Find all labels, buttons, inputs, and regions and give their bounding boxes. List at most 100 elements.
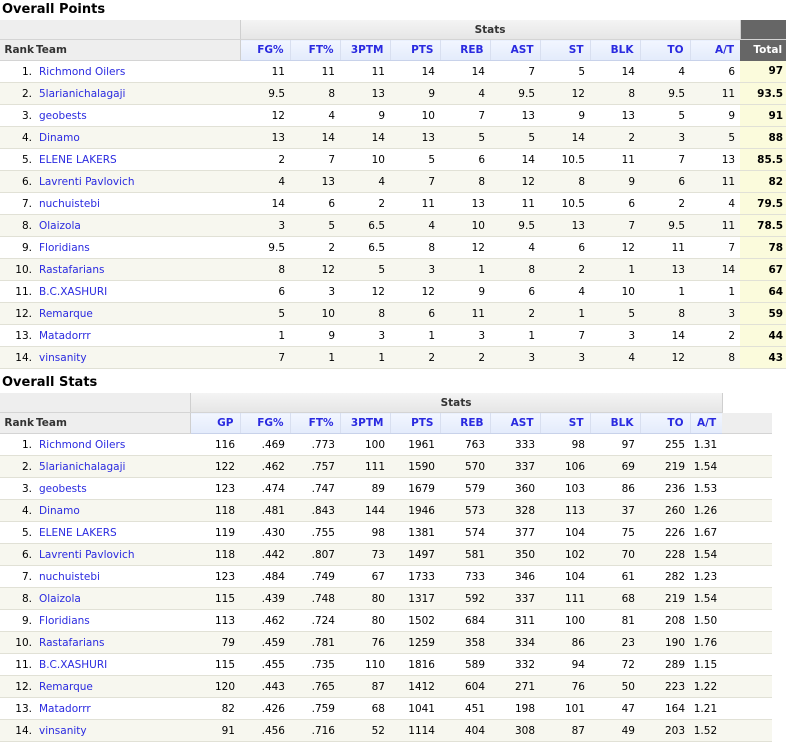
team-link[interactable]: ELENE LAKERS: [39, 154, 117, 166]
col-header-gp[interactable]: GP: [189, 412, 240, 434]
team-link[interactable]: vinsanity: [39, 352, 87, 364]
total-cell: 64: [740, 280, 787, 303]
stat-cell: 13: [440, 192, 490, 215]
col-header-a-t[interactable]: A/T: [689, 39, 741, 61]
team-link[interactable]: Dinamo: [39, 505, 80, 517]
stat-cell: 3: [640, 126, 690, 149]
team-link[interactable]: geobests: [39, 483, 87, 495]
stat-cell: 6: [540, 236, 590, 259]
team-link[interactable]: Matadorrr: [39, 703, 91, 715]
team-link[interactable]: ELENE LAKERS: [39, 527, 117, 539]
team-link[interactable]: Richmond Oilers: [39, 66, 125, 78]
stat-cell: 13: [390, 126, 440, 149]
team-link[interactable]: Olaizola: [39, 220, 81, 232]
stat-cell: 10: [590, 280, 640, 303]
team-link[interactable]: Olaizola: [39, 593, 81, 605]
col-header-pts[interactable]: PTS: [389, 412, 440, 434]
col-header-st[interactable]: ST: [539, 412, 590, 434]
stat-cell: 5: [590, 302, 640, 325]
rank-cell: 12.: [0, 302, 36, 325]
stat-cell: 11: [440, 302, 490, 325]
rank-cell: 10.: [0, 258, 36, 281]
rank-cell: 7.: [0, 565, 36, 588]
team-link[interactable]: Dinamo: [39, 132, 80, 144]
stat-cell: 1497: [390, 543, 440, 566]
col-header-3ptm[interactable]: 3PTM: [339, 412, 390, 434]
stat-cell: 14: [490, 148, 540, 171]
team-cell: nuchuistebi: [36, 192, 240, 215]
team-link[interactable]: Floridians: [39, 242, 90, 254]
team-link[interactable]: Rastafarians: [39, 637, 104, 649]
stat-cell: 9: [590, 170, 640, 193]
table-row: 13. Matadorrr 1 9 3 1 3 1 7 3 14 2 44: [0, 324, 787, 347]
table-row: 6. Lavrenti Pavlovich 118.442.807 73 1497 581…: [0, 543, 772, 566]
team-link[interactable]: Lavrenti Pavlovich: [39, 176, 134, 188]
col-header-3ptm[interactable]: 3PTM: [339, 39, 390, 61]
stat-cell: 1.76: [690, 631, 723, 654]
table-row: 1. Richmond Oilers 116.469.773 100 1961 763 33…: [0, 433, 772, 456]
col-header-ft-pct[interactable]: FT%: [289, 39, 340, 61]
rank-cell: 3.: [0, 477, 36, 500]
team-link[interactable]: Richmond Oilers: [39, 439, 125, 451]
col-header-ft-pct[interactable]: FT%: [289, 412, 340, 434]
stat-cell: 11: [490, 192, 540, 215]
table-row: 4. Dinamo 118.481.843 144 1946 573 328 113 37 260…: [0, 499, 772, 522]
col-header-reb[interactable]: REB: [439, 39, 490, 61]
team-link[interactable]: Remarque: [39, 681, 93, 693]
stat-cell: 4: [540, 280, 590, 303]
col-header-blk[interactable]: BLK: [589, 412, 640, 434]
filler-cell: [722, 455, 772, 478]
col-header-reb[interactable]: REB: [439, 412, 490, 434]
stat-cell: 113: [190, 609, 240, 632]
rank-cell: 1.: [0, 433, 36, 456]
stat-cell: 14: [440, 60, 490, 83]
stat-cell: 11: [340, 60, 390, 83]
team-link[interactable]: Remarque: [39, 308, 93, 320]
team-link[interactable]: geobests: [39, 110, 87, 122]
team-link[interactable]: vinsanity: [39, 725, 87, 737]
team-cell: B.C.XASHURI: [36, 653, 190, 676]
team-link[interactable]: Floridians: [39, 615, 90, 627]
team-link[interactable]: 5larianichalagaji: [39, 88, 125, 100]
col-header-ast[interactable]: AST: [489, 412, 540, 434]
total-cell: 82: [740, 170, 787, 193]
col-header-blk[interactable]: BLK: [589, 39, 640, 61]
stat-cell: 76: [540, 675, 590, 698]
team-cell: vinsanity: [36, 346, 240, 369]
team-link[interactable]: nuchuistebi: [39, 571, 100, 583]
col-header-pts[interactable]: PTS: [389, 39, 440, 61]
stat-cell: .430: [240, 521, 290, 544]
table-row: 5. ELENE LAKERS 119.430.755 98 1381 574 377 104…: [0, 521, 772, 544]
stat-cell: 7: [590, 214, 640, 237]
col-header-to[interactable]: TO: [639, 39, 690, 61]
col-header-fg-pct[interactable]: FG%: [239, 39, 290, 61]
team-link[interactable]: B.C.XASHURI: [39, 659, 107, 671]
team-link[interactable]: 5larianichalagaji: [39, 461, 125, 473]
stat-cell: 49: [590, 719, 640, 742]
team-link[interactable]: Lavrenti Pavlovich: [39, 549, 134, 561]
col-header-st[interactable]: ST: [539, 39, 590, 61]
filler-cell: [722, 499, 772, 522]
stat-cell: 12: [340, 280, 390, 303]
team-link[interactable]: B.C.XASHURI: [39, 286, 107, 298]
stat-cell: 8: [240, 258, 290, 281]
stat-cell: 12: [590, 236, 640, 259]
col-header-a-t[interactable]: A/T: [689, 412, 723, 434]
stat-cell: .724: [290, 609, 340, 632]
team-link[interactable]: Matadorrr: [39, 330, 91, 342]
stat-cell: 1816: [390, 653, 440, 676]
team-link[interactable]: nuchuistebi: [39, 198, 100, 210]
col-header-to[interactable]: TO: [639, 412, 690, 434]
stat-cell: 2: [590, 126, 640, 149]
stat-cell: 1: [390, 324, 440, 347]
team-link[interactable]: Rastafarians: [39, 264, 104, 276]
stat-cell: 14: [690, 258, 741, 281]
total-cell: 59: [740, 302, 787, 325]
col-header-ast[interactable]: AST: [489, 39, 540, 61]
stat-cell: 11: [690, 214, 741, 237]
team-cell: Floridians: [36, 236, 240, 259]
stat-cell: 360: [490, 477, 540, 500]
stat-cell: 4: [240, 170, 290, 193]
team-cell: Matadorrr: [36, 697, 190, 720]
col-header-fg-pct[interactable]: FG%: [239, 412, 290, 434]
